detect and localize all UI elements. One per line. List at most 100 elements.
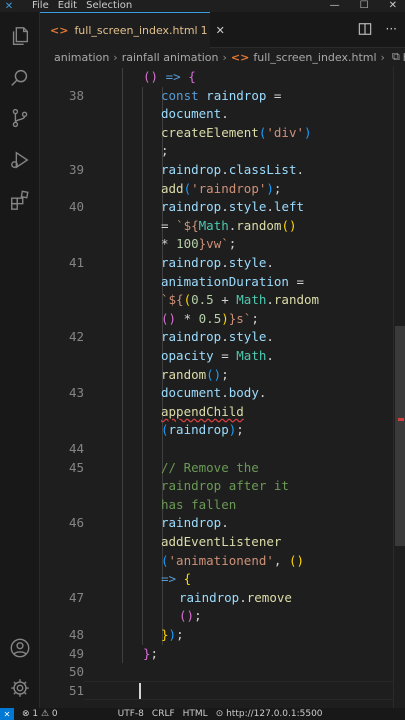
code-token: has fallen xyxy=(161,496,237,512)
line-number: 42 xyxy=(68,329,84,345)
tab-actions: ··· xyxy=(358,22,397,36)
code-line: ; xyxy=(161,142,169,161)
live-server-indicator[interactable]: ⊙ http://127.0.0.1:5500 xyxy=(216,708,323,720)
menu-bar: File Edit Selection xyxy=(32,0,132,12)
code-token: ; xyxy=(251,310,259,326)
more-actions-icon[interactable]: ··· xyxy=(386,22,397,36)
editor-scrollbar[interactable] xyxy=(393,66,405,708)
menu-selection[interactable]: Selection xyxy=(86,0,132,12)
line-number: 44 xyxy=(68,441,84,456)
code-token: . xyxy=(266,255,274,270)
code-line: opacity = Math. xyxy=(161,347,274,366)
breadcrumb-folder-animation[interactable]: animation xyxy=(54,51,109,64)
account-icon[interactable] xyxy=(8,636,32,660)
line-number: 47 xyxy=(68,589,84,605)
maximize-icon[interactable]: ☐ xyxy=(360,0,369,12)
code-token: raindrop xyxy=(161,255,222,270)
code-token: ( xyxy=(161,422,169,438)
line-number: 41 xyxy=(68,255,84,270)
code-token: . xyxy=(221,255,229,270)
code-token: * xyxy=(161,236,177,252)
code-editor[interactable]: 38 39 40 41 42 43 44 45 46 47 48 49 50 51() => {const… xyxy=(40,66,405,708)
line-number: 45 xyxy=(68,459,84,475)
code-line: const raindrop = xyxy=(161,87,281,106)
line-number: 51 xyxy=(68,682,84,698)
status-bar: ✕ ⊗ 1 ⚠ 0 UTF-8 CRLF HTML ⊙ http://127.0… xyxy=(0,708,405,720)
search-icon[interactable] xyxy=(8,66,32,90)
code-token: ) xyxy=(221,310,229,326)
code-token: } xyxy=(161,627,169,642)
language-mode[interactable]: HTML xyxy=(183,708,208,720)
minimize-icon[interactable]: — xyxy=(330,0,340,12)
code-line: (); xyxy=(179,607,202,626)
code-token: ; xyxy=(221,366,229,382)
code-token: . xyxy=(221,385,229,401)
breadcrumb-file[interactable]: full_screen_index.html xyxy=(253,51,376,64)
encoding-indicator[interactable]: UTF-8 xyxy=(118,708,144,720)
code-token: raindrop xyxy=(161,329,222,345)
code-token: animationDuration xyxy=(161,273,289,289)
code-token: classList xyxy=(228,162,297,177)
chevron-right-icon: › xyxy=(222,50,227,64)
split-editor-icon[interactable] xyxy=(358,22,372,36)
source-control-icon[interactable] xyxy=(8,106,32,130)
code-token: ( xyxy=(183,180,192,196)
code-token: appendChild xyxy=(161,403,244,419)
html-element-icon: ⧉ xyxy=(391,50,400,63)
tab-close-icon[interactable]: ✕ xyxy=(216,24,225,37)
code-token: }vw` xyxy=(198,236,229,252)
code-token: const xyxy=(161,87,199,103)
current-line-highlight xyxy=(84,680,405,700)
menu-file[interactable]: File xyxy=(32,0,49,12)
code-line: raindrop.style. xyxy=(161,254,274,273)
code-token: createElement xyxy=(161,124,259,140)
code-token: => xyxy=(161,571,177,587)
code-line: createElement('div') xyxy=(161,124,312,143)
code-token: addEventListener xyxy=(161,534,282,549)
code-token: left xyxy=(273,199,305,215)
code-token: . xyxy=(221,515,229,531)
code-token: `${ xyxy=(161,292,184,308)
code-token: `${ xyxy=(176,217,199,233)
editor-tab-bar: <> full_screen_index.html 1 ✕ ··· xyxy=(40,12,405,48)
menu-edit[interactable]: Edit xyxy=(58,0,77,12)
code-line: raindrop. xyxy=(161,514,229,533)
tab-full-screen-index[interactable]: <> full_screen_index.html 1 ✕ xyxy=(40,12,225,48)
code-token: . xyxy=(221,106,229,122)
scrollbar-thumb[interactable] xyxy=(395,326,405,546)
line-number: 46 xyxy=(68,515,84,531)
code-token: raindrop xyxy=(206,87,267,103)
settings-gear-icon[interactable] xyxy=(8,676,32,700)
problems-indicator[interactable]: ⊗ 1 ⚠ 0 xyxy=(22,708,58,720)
close-window-icon[interactable]: ✕ xyxy=(389,0,397,12)
code-line: add('raindrop'); xyxy=(161,180,281,199)
remote-indicator-icon[interactable]: ✕ xyxy=(0,708,14,720)
code-token: . xyxy=(221,199,229,215)
code-line: has fallen xyxy=(161,496,236,515)
code-token: = xyxy=(288,273,304,289)
run-debug-icon[interactable] xyxy=(8,148,32,172)
line-number: 50 xyxy=(68,664,84,680)
code-token: raindrop xyxy=(161,162,222,177)
code-token: = xyxy=(213,348,237,363)
breadcrumb: animation › rainfall animation › <> full… xyxy=(40,48,405,66)
extensions-icon[interactable] xyxy=(8,188,32,212)
code-token: } xyxy=(143,645,151,661)
code-token: . xyxy=(296,162,305,177)
title-bar: ✕ File Edit Selection — ☐ ✕ xyxy=(0,0,405,12)
eol-indicator[interactable]: CRLF xyxy=(152,708,175,720)
code-token: () xyxy=(143,69,159,84)
code-token: document xyxy=(161,106,222,122)
explorer-icon[interactable] xyxy=(8,24,32,48)
breadcrumb-folder-rainfall[interactable]: rainfall animation xyxy=(122,51,219,64)
code-token: = xyxy=(266,87,282,103)
code-token: opacity xyxy=(161,348,214,363)
vscode-logo-icon[interactable]: ✕ xyxy=(0,0,18,12)
activity-bar xyxy=(0,12,40,708)
code-token: 0.5 xyxy=(198,310,222,326)
code-token: ; xyxy=(236,422,244,438)
code-line: => { xyxy=(161,570,191,589)
code-token: . xyxy=(266,348,274,363)
